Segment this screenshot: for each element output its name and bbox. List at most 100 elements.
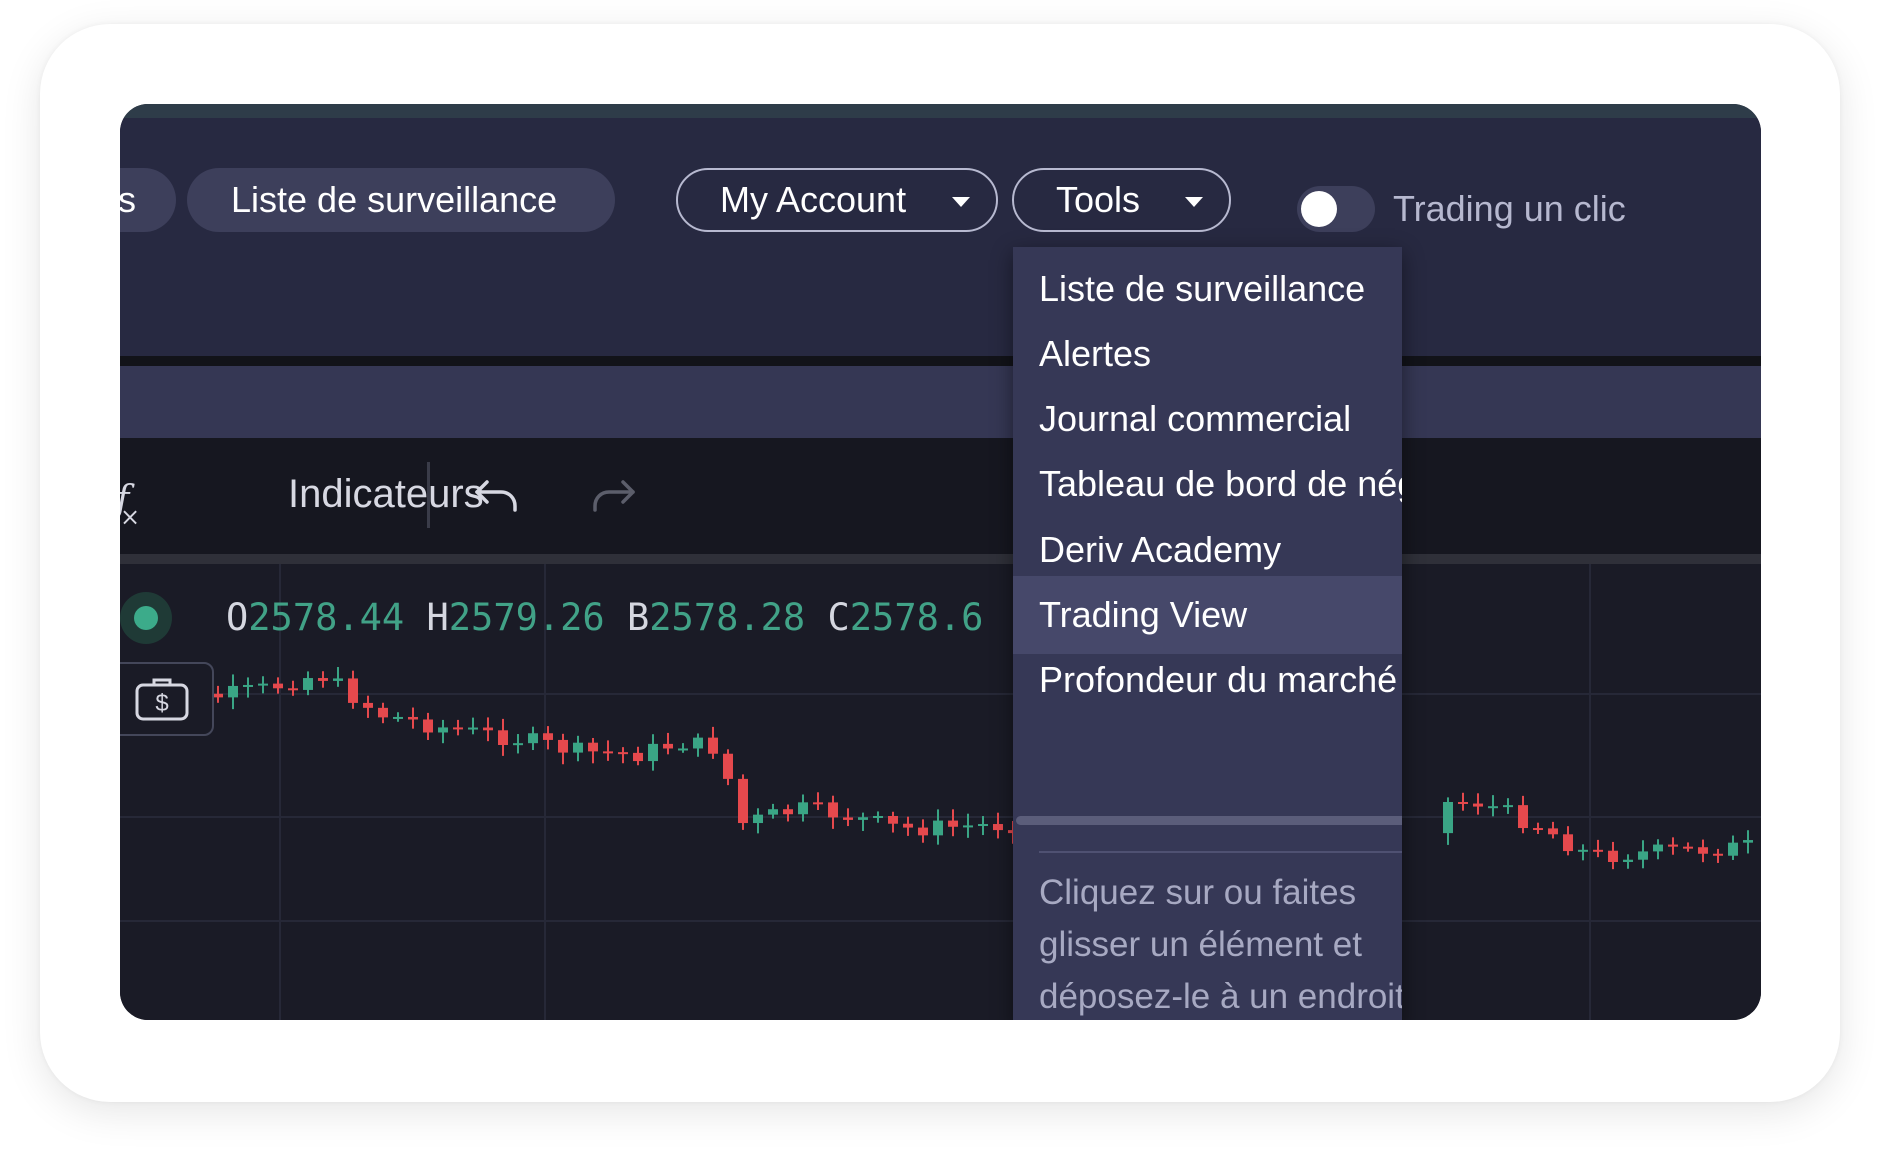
- candle-body: [348, 678, 358, 703]
- redo-icon[interactable]: [589, 476, 637, 516]
- candle-body: [648, 743, 658, 762]
- sub-bar: [120, 366, 1761, 438]
- menu-item-market-depth[interactable]: Profondeur du marché: [1013, 641, 1402, 719]
- candle-body: [933, 820, 943, 836]
- candle-body: [798, 802, 808, 815]
- candle-body: [618, 752, 628, 755]
- candles-group: [123, 667, 1753, 870]
- candle-body: [288, 688, 298, 691]
- candle-body: [1518, 805, 1528, 829]
- candle-body: [1608, 850, 1618, 862]
- candle-body: [1503, 805, 1513, 808]
- candle-body: [813, 802, 823, 805]
- money-bag-icon: $: [135, 678, 189, 721]
- candle-body: [753, 814, 763, 824]
- header-divider: [120, 356, 1761, 366]
- partial-tab-label: s: [120, 179, 136, 220]
- open-value: 2578.44: [248, 596, 405, 639]
- indicators-button[interactable]: Indicateurs: [288, 472, 484, 517]
- live-status-dot: [134, 606, 158, 630]
- candle-body: [1638, 851, 1648, 860]
- candle-body: [678, 748, 688, 751]
- watchlist-button[interactable]: Liste de surveillance: [187, 168, 615, 232]
- candle-body: [1533, 828, 1543, 831]
- low-key: B: [627, 596, 650, 639]
- high-value: 2579.26: [448, 596, 605, 639]
- candle-body: [498, 730, 508, 746]
- candle-body: [768, 809, 778, 815]
- candle-body: [393, 716, 403, 719]
- candle-body: [1458, 801, 1468, 804]
- candle-body: [1683, 846, 1693, 849]
- candle-body: [603, 751, 613, 754]
- candle-body: [1578, 849, 1588, 852]
- header-bar: [120, 118, 1761, 362]
- candle-body: [318, 678, 328, 681]
- candle-body: [828, 802, 838, 818]
- candle-body: [258, 683, 268, 686]
- menu-drag-hint: Cliquez sur ou faites glisser un élément…: [1039, 873, 1402, 1016]
- candle-body: [243, 684, 253, 687]
- candle-body: [228, 685, 238, 698]
- candle-body: [558, 739, 568, 753]
- candle-body: [333, 678, 343, 681]
- candle-body: [1653, 844, 1663, 852]
- tools-dropdown-menu: Liste de surveillance Alertes Journal co…: [1013, 247, 1402, 1020]
- tools-button[interactable]: Tools: [1012, 168, 1231, 232]
- toolbar-separator: [120, 554, 1761, 564]
- candle-body: [1548, 828, 1558, 835]
- candle-body: [1443, 801, 1453, 834]
- candle-body: [513, 743, 523, 746]
- candle-body: [1668, 844, 1678, 847]
- candle-body: [453, 727, 463, 730]
- candle-body: [1623, 859, 1633, 862]
- candle-body: [408, 716, 418, 720]
- chevron-down-icon: [1185, 197, 1203, 207]
- candle-body: [1488, 806, 1498, 809]
- menu-divider: [1039, 851, 1402, 853]
- candle-body: [1713, 853, 1723, 856]
- candle-body: [978, 824, 988, 827]
- my-account-button[interactable]: My Account: [676, 168, 998, 232]
- toggle-knob: [1301, 191, 1337, 227]
- candle-body: [873, 815, 883, 818]
- menu-item-label: Tableau de bord de négocia: [1039, 463, 1402, 504]
- menu-item-label: Liste de surveillance: [1039, 268, 1366, 309]
- candle-body: [903, 823, 913, 828]
- candle-body: [543, 733, 553, 740]
- window-top-strip: [120, 104, 1761, 118]
- candle-body: [483, 727, 493, 731]
- trading-window: s Liste de surveillance My Account Tools…: [120, 104, 1761, 1020]
- candle-body: [303, 678, 313, 690]
- chevron-down-icon: [952, 197, 970, 207]
- candle-body: [843, 817, 853, 820]
- close-value: 2578.6: [849, 596, 984, 639]
- trade-money-button[interactable]: $: [120, 662, 214, 736]
- menu-scrollbar[interactable]: [1016, 816, 1402, 825]
- candle-body: [1563, 834, 1573, 852]
- my-account-label: My Account: [720, 179, 907, 220]
- candle-body: [213, 693, 223, 698]
- candle-body: [693, 737, 703, 749]
- menu-item-label: Alertes: [1039, 333, 1152, 374]
- svg-text:$: $: [155, 690, 168, 717]
- candle-body: [1698, 847, 1708, 854]
- candle-body: [1743, 840, 1753, 843]
- close-key: C: [827, 596, 850, 639]
- candle-body: [378, 707, 388, 718]
- open-key: O: [226, 596, 249, 639]
- candle-body: [738, 778, 748, 824]
- candle-body: [888, 815, 898, 824]
- candle-body: [468, 727, 478, 730]
- fx-icon-x: ×: [120, 503, 141, 531]
- candle-body: [438, 727, 448, 733]
- candle-body: [963, 825, 973, 828]
- undo-icon[interactable]: [473, 476, 521, 516]
- candle-body: [708, 737, 718, 754]
- menu-item-label: Journal commercial: [1039, 398, 1352, 439]
- candle-body: [993, 824, 1003, 831]
- candle-body: [633, 752, 643, 762]
- watchlist-button-label: Liste de surveillance: [231, 179, 558, 220]
- one-click-trading-toggle[interactable]: [1297, 186, 1375, 232]
- one-click-trading-label: Trading un clic: [1393, 188, 1626, 229]
